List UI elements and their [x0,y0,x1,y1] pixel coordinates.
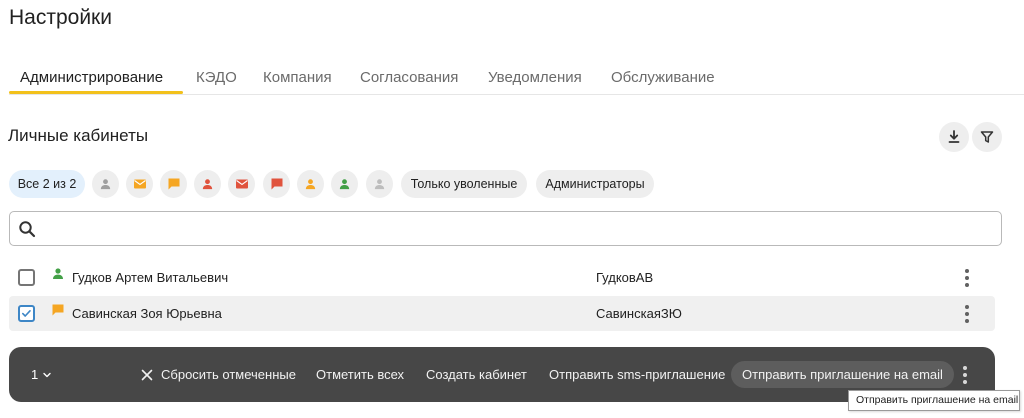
chip-admins[interactable]: Администраторы [536,170,654,198]
reset-selection-button[interactable]: Сбросить отмеченные [141,347,296,402]
page-title: Настройки [9,6,112,29]
chat-icon [168,178,179,190]
more-icon [963,366,967,370]
chip-filter-mail[interactable] [126,170,153,198]
download-icon [948,130,960,143]
select-all-button[interactable]: Отметить всех [316,347,404,402]
person-icon [202,178,213,189]
filter-button[interactable] [972,122,1002,152]
person-icon [374,178,385,189]
active-tab-indicator [9,91,183,94]
tab-administration[interactable]: Администрирование [20,62,163,94]
settings-tabs: Администрирование КЭДО Компания Согласов… [9,62,1024,95]
chip-filter-chat[interactable] [160,170,187,198]
person-icon [339,178,350,189]
row-more-button[interactable] [959,268,975,288]
section-title: Личные кабинеты [8,126,149,145]
chip-filter-person[interactable] [194,170,221,198]
check-icon [22,310,31,317]
chip-filter-person[interactable] [331,170,358,198]
row-checkbox[interactable] [18,305,35,322]
tab-kedo[interactable]: КЭДО [196,62,237,94]
row-name: Савинская Зоя Юрьевна [72,306,222,321]
person-icon [53,268,63,279]
row-login: ГудковАВ [596,270,654,285]
chip-filter-mail[interactable] [228,170,255,198]
download-button[interactable] [939,122,969,152]
row-more-button[interactable] [959,304,975,324]
tab-maintenance[interactable]: Обслуживание [611,62,715,94]
person-icon [305,178,316,189]
tab-notifications[interactable]: Уведомления [488,62,582,94]
reset-selection-label: Сбросить отмеченные [161,367,296,382]
more-icon [965,268,969,273]
close-icon [141,369,153,380]
create-cabinet-button[interactable]: Создать кабинет [426,347,527,402]
chat-icon [52,304,64,316]
chip-filter-person[interactable] [297,170,324,198]
selected-count: 1 [31,367,39,382]
action-bar-more-button[interactable] [957,365,973,385]
mail-icon [235,179,248,189]
search-icon [19,220,36,237]
send-email-invite-button[interactable]: Отправить приглашение на email [731,361,954,388]
table-row[interactable]: Савинская Зоя Юрьевна СавинскаяЗЮ [9,296,995,331]
selected-count-dropdown[interactable]: 1 [31,347,52,402]
table-row[interactable]: Гудков Артем Витальевич ГудковАВ [9,260,995,295]
search-box [9,211,1002,246]
search-input[interactable] [42,213,1001,244]
row-name: Гудков Артем Витальевич [72,270,229,285]
tooltip: Отправить приглашение на email [848,390,1020,411]
send-sms-invite-button[interactable]: Отправить sms-приглашение [549,347,725,402]
mail-icon [133,179,146,189]
tab-approvals[interactable]: Согласования [360,62,458,94]
chip-filter-chat[interactable] [263,170,290,198]
row-login: СавинскаяЗЮ [596,306,682,321]
person-icon [100,178,111,189]
tab-company[interactable]: Компания [263,62,332,94]
row-checkbox[interactable] [18,269,35,286]
chip-filter-person[interactable] [366,170,393,198]
filter-icon [980,131,994,143]
chip-all[interactable]: Все 2 из 2 [9,170,85,198]
chip-fired-only[interactable]: Только уволенные [401,170,527,198]
more-icon [965,304,969,309]
chevron-down-icon [43,372,51,377]
chat-icon [271,178,282,190]
chip-filter-person[interactable] [92,170,119,198]
